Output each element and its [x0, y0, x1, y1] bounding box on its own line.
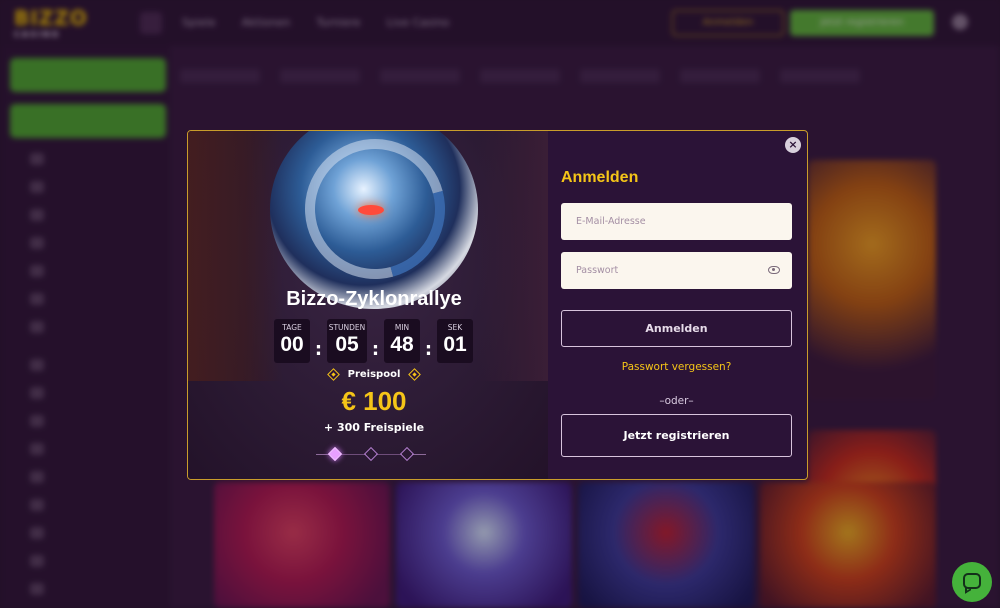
login-modal: Bizzo-Zyklonrallye TAGE 00 : STUNDEN 05 … [187, 130, 808, 480]
register-button[interactable]: Jetzt registrieren [561, 414, 792, 457]
indicator-line [340, 453, 366, 455]
prize-amount: € 100 [341, 386, 407, 416]
forgot-password-link[interactable]: Passwort vergessen? [561, 361, 792, 373]
diamond-icon [326, 368, 340, 381]
chat-bubble-tail [965, 584, 971, 594]
countdown-timer: TAGE 00 : STUNDEN 05 : MIN 48 : SEK 01 [274, 319, 473, 363]
login-title: Anmelden [561, 169, 639, 186]
carousel-dot-active[interactable] [327, 446, 343, 462]
promo-background-shelf [478, 131, 548, 381]
show-password-eye-icon[interactable] [768, 266, 780, 274]
cyclone-swirl [279, 131, 471, 305]
close-icon[interactable]: × [785, 137, 801, 153]
countdown-label: STUNDEN [328, 323, 366, 332]
password-field[interactable] [561, 252, 792, 289]
indicator-line [376, 453, 402, 455]
login-submit-button[interactable]: Anmelden [561, 310, 792, 347]
countdown-label: MIN [394, 323, 410, 332]
countdown-hours: STUNDEN 05 [327, 319, 367, 363]
creature-eye [358, 205, 384, 215]
prize-pool-text: Preispool [347, 369, 401, 380]
or-divider: –oder– [659, 395, 694, 407]
diamond-icon [408, 368, 422, 381]
countdown-separator: : [314, 339, 323, 360]
countdown-value: 01 [443, 333, 467, 356]
carousel-indicators [316, 446, 426, 462]
promo-background-shelf [188, 131, 283, 381]
countdown-value: 00 [280, 333, 304, 356]
countdown-minutes: MIN 48 [384, 319, 420, 363]
countdown-value: 48 [390, 333, 414, 356]
email-field[interactable] [561, 203, 792, 240]
countdown-seconds: SEK 01 [437, 319, 473, 363]
prize-freespins: + 300 Freispiele [323, 421, 425, 434]
carousel-dot[interactable] [399, 446, 415, 462]
live-chat-button[interactable] [952, 562, 992, 602]
countdown-label: SEK [447, 323, 463, 332]
countdown-separator: : [371, 339, 380, 360]
countdown-separator: : [424, 339, 433, 360]
countdown-value: 05 [335, 333, 359, 356]
carousel-dot[interactable] [363, 446, 379, 462]
prize-pool-label: Preispool [188, 368, 560, 381]
countdown-days: TAGE 00 [274, 319, 310, 363]
countdown-label: TAGE [282, 323, 302, 332]
promo-title: Bizzo-Zyklonrallye [286, 288, 462, 310]
